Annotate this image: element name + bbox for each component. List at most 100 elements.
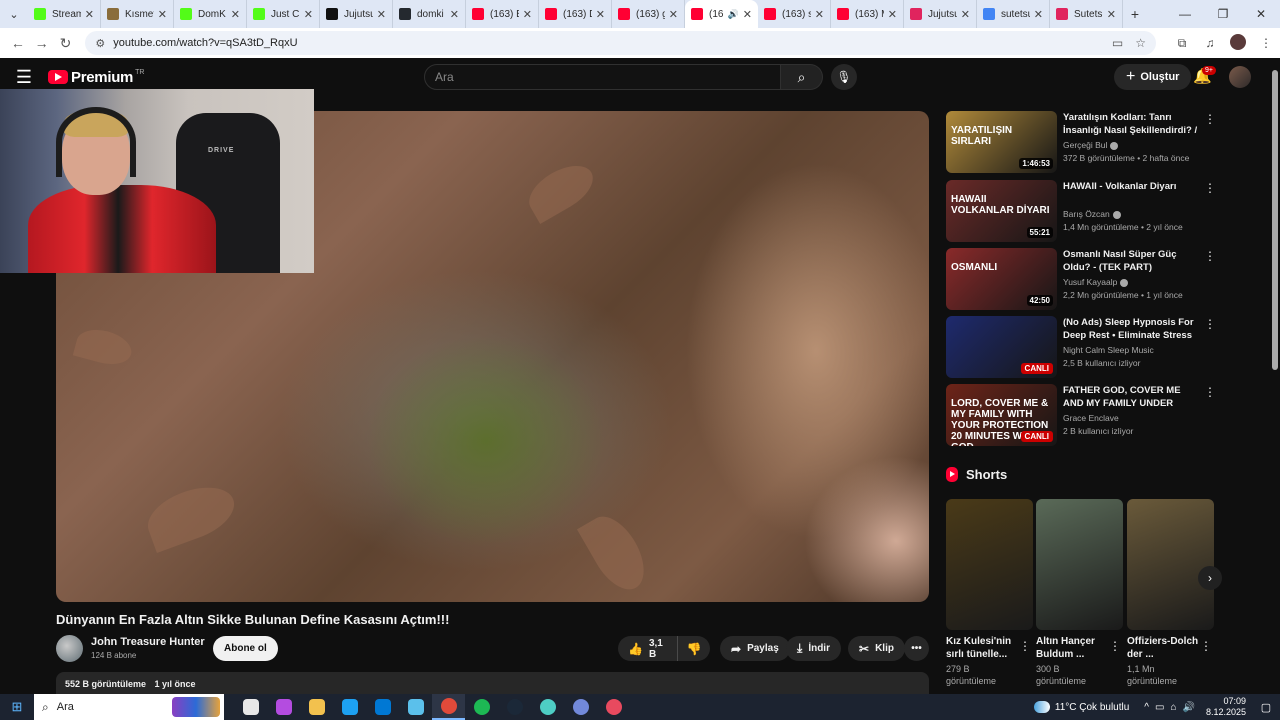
recommended-video[interactable]: CANLI (No Ads) Sleep Hypnosis For Deep Re… <box>946 316 1216 380</box>
tab-audio-icon[interactable]: 🔊 <box>727 9 738 20</box>
subscribe-button[interactable]: Abone ol <box>213 636 278 661</box>
short-title[interactable]: Offiziers-Dolch der ... <box>1127 635 1201 661</box>
network-icon[interactable]: ⌂ <box>1170 702 1176 713</box>
tab-close-icon[interactable]: ✕ <box>811 8 824 21</box>
edge-icon[interactable] <box>333 694 366 720</box>
create-button[interactable]: + Oluştur <box>1114 64 1192 90</box>
download-button[interactable]: ⤓ İndir <box>786 636 841 661</box>
close-window-icon[interactable]: ✕ <box>1242 0 1280 28</box>
youtube-logo[interactable]: Premium TR <box>48 69 144 86</box>
short-card[interactable]: Offiziers-Dolch der ... 1,1 Mn görüntülem… <box>1127 499 1214 687</box>
tab-close-icon[interactable]: ✕ <box>1103 8 1116 21</box>
video-thumbnail[interactable]: YARATILIŞIN SIRLARI 1:46:53 <box>946 111 1057 173</box>
more-vertical-icon[interactable]: ⋮ <box>1204 112 1216 126</box>
tab-close-icon[interactable]: ✕ <box>957 8 970 21</box>
taskbar-search[interactable]: ⌕ Ara <box>34 694 224 720</box>
dislike-button[interactable]: 👎 <box>678 636 710 661</box>
video-title[interactable]: Osmanlı Nasıl Süper Güç Oldu? - (TEK PAR… <box>1063 248 1199 274</box>
bookmark-star-icon[interactable]: ☆ <box>1135 36 1146 50</box>
spotify-icon[interactable] <box>498 694 531 720</box>
discord-icon[interactable] <box>597 694 630 720</box>
recommended-video[interactable]: OSMANLI 42:50 Osmanlı Nasıl Süper Güç Oldu… <box>946 248 1216 312</box>
video-title[interactable]: Yaratılışın Kodları: Tanrı İnsanlığı Nas… <box>1063 111 1199 137</box>
short-title[interactable]: Altın Hançer Buldum ... <box>1036 635 1110 661</box>
site-info-icon[interactable]: ⚙ <box>95 37 105 50</box>
windows-start-icon[interactable]: ⊞ <box>0 699 34 715</box>
channel-name-text[interactable]: Yusuf Kayaalp <box>1063 277 1117 287</box>
like-button[interactable]: 👍 3,1 B <box>618 636 679 661</box>
browser-tab[interactable]: (163) B✕ <box>466 0 539 28</box>
more-vertical-icon[interactable]: ⋮ <box>1200 639 1212 653</box>
address-bar[interactable]: ⚙ youtube.com/watch?v=qSA3tD_RqxU ▭ ☆ <box>85 31 1156 55</box>
browser-tab[interactable]: Stream ✕ <box>28 0 101 28</box>
short-card[interactable]: Altın Hançer Buldum ... 300 B görüntüleme… <box>1036 499 1123 687</box>
cast-icon[interactable]: ▭ <box>1112 36 1123 50</box>
more-vertical-icon[interactable]: ⋮ <box>1019 639 1031 653</box>
more-vertical-icon[interactable]: ⋮ <box>1204 317 1216 331</box>
profile-icon[interactable] <box>1224 33 1252 53</box>
more-vertical-icon[interactable]: ⋮ <box>1204 385 1216 399</box>
browser-tab[interactable]: Sutetsu✕ <box>1050 0 1123 28</box>
tab-close-icon[interactable]: ✕ <box>81 8 94 21</box>
weather-text[interactable]: 11°C Çok bulutlu <box>1055 702 1129 713</box>
recommended-video[interactable]: YARATILIŞIN SIRLARI 1:46:53 Yaratılışın Ko… <box>946 111 1216 175</box>
browser-tab[interactable]: (16 🔊 ✕ <box>685 0 758 28</box>
copilot-icon[interactable] <box>267 694 300 720</box>
battery-icon[interactable]: ▭ <box>1155 702 1164 713</box>
back-icon[interactable]: ← <box>6 35 30 51</box>
browser-tab[interactable]: (163) g ✕ <box>612 0 685 28</box>
channel-name-text[interactable]: Barış Özcan <box>1063 209 1110 219</box>
tab-close-icon[interactable]: ✕ <box>884 8 897 21</box>
short-card[interactable]: Kız Kulesi'nin sırlı tünelle... 279 B gör… <box>946 499 1033 687</box>
app-icon[interactable] <box>564 694 597 720</box>
file-explorer-icon[interactable] <box>300 694 333 720</box>
short-thumbnail[interactable] <box>946 499 1033 630</box>
video-thumbnail[interactable]: CANLI <box>946 316 1057 378</box>
browser-tab[interactable]: Jujutsu ✕ <box>320 0 393 28</box>
browser-tab[interactable]: sutetsu✕ <box>977 0 1050 28</box>
tab-close-icon[interactable]: ✕ <box>592 8 605 21</box>
reload-icon[interactable]: ↻ <box>54 35 78 52</box>
search-button[interactable]: ⌕ <box>781 64 823 90</box>
volume-icon[interactable]: 🔊 <box>1183 702 1195 713</box>
page-scrollbar[interactable] <box>1270 58 1280 692</box>
channel-name-text[interactable]: Grace Enclave <box>1063 413 1119 423</box>
channel-name-text[interactable]: Night Calm Sleep Music <box>1063 345 1154 355</box>
more-actions-button[interactable]: ••• <box>904 636 929 661</box>
chrome-icon[interactable] <box>432 694 465 720</box>
channel-name-text[interactable]: Gerçeği Bul <box>1063 140 1107 150</box>
minimize-icon[interactable]: — <box>1166 0 1204 28</box>
video-title[interactable]: HAWAII - Volkanlar Diyarı <box>1063 180 1199 193</box>
tab-close-icon[interactable]: ✕ <box>519 8 532 21</box>
more-vertical-icon[interactable]: ⋮ <box>1204 181 1216 195</box>
steam-icon[interactable] <box>531 694 564 720</box>
scrollbar-thumb[interactable] <box>1272 70 1278 370</box>
short-title[interactable]: Kız Kulesi'nin sırlı tünelle... <box>946 635 1020 661</box>
restore-icon[interactable]: ❐ <box>1204 0 1242 28</box>
video-thumbnail[interactable]: HAWAII VOLKANLAR DİYARI 55:21 <box>946 180 1057 242</box>
mail-icon[interactable] <box>399 694 432 720</box>
clock[interactable]: 07:09 8.12.2025 <box>1206 696 1246 718</box>
share-button[interactable]: ➦ Paylaş <box>720 636 790 661</box>
account-avatar[interactable] <box>1229 66 1251 88</box>
show-hidden-icons-icon[interactable]: ^ <box>1144 702 1149 713</box>
tab-search-icon[interactable]: ⌄ <box>0 0 28 28</box>
tab-close-icon[interactable]: ✕ <box>1030 8 1043 21</box>
tab-close-icon[interactable]: ✕ <box>739 8 752 21</box>
channel-name[interactable]: John Treasure Hunter <box>91 636 205 648</box>
video-thumbnail[interactable]: LORD, COVER ME & MY FAMILY WITH YOUR PRO… <box>946 384 1057 446</box>
browser-menu-icon[interactable]: ⋮ <box>1252 36 1280 50</box>
channel-avatar[interactable] <box>56 635 83 662</box>
search-input[interactable]: Ara <box>424 64 781 90</box>
video-thumbnail[interactable]: OSMANLI 42:50 <box>946 248 1057 310</box>
tab-close-icon[interactable]: ✕ <box>373 8 386 21</box>
notification-center-icon[interactable]: ▢ <box>1256 701 1276 714</box>
tab-close-icon[interactable]: ✕ <box>227 8 240 21</box>
short-thumbnail[interactable] <box>1127 499 1214 630</box>
browser-tab[interactable]: Kısmet ✕ <box>101 0 174 28</box>
opera-icon[interactable] <box>465 694 498 720</box>
tab-close-icon[interactable]: ✕ <box>154 8 167 21</box>
new-tab-icon[interactable]: + <box>1123 6 1147 22</box>
recommended-video[interactable]: LORD, COVER ME & MY FAMILY WITH YOUR PRO… <box>946 384 1216 448</box>
browser-tab[interactable]: (163) s ✕ <box>758 0 831 28</box>
